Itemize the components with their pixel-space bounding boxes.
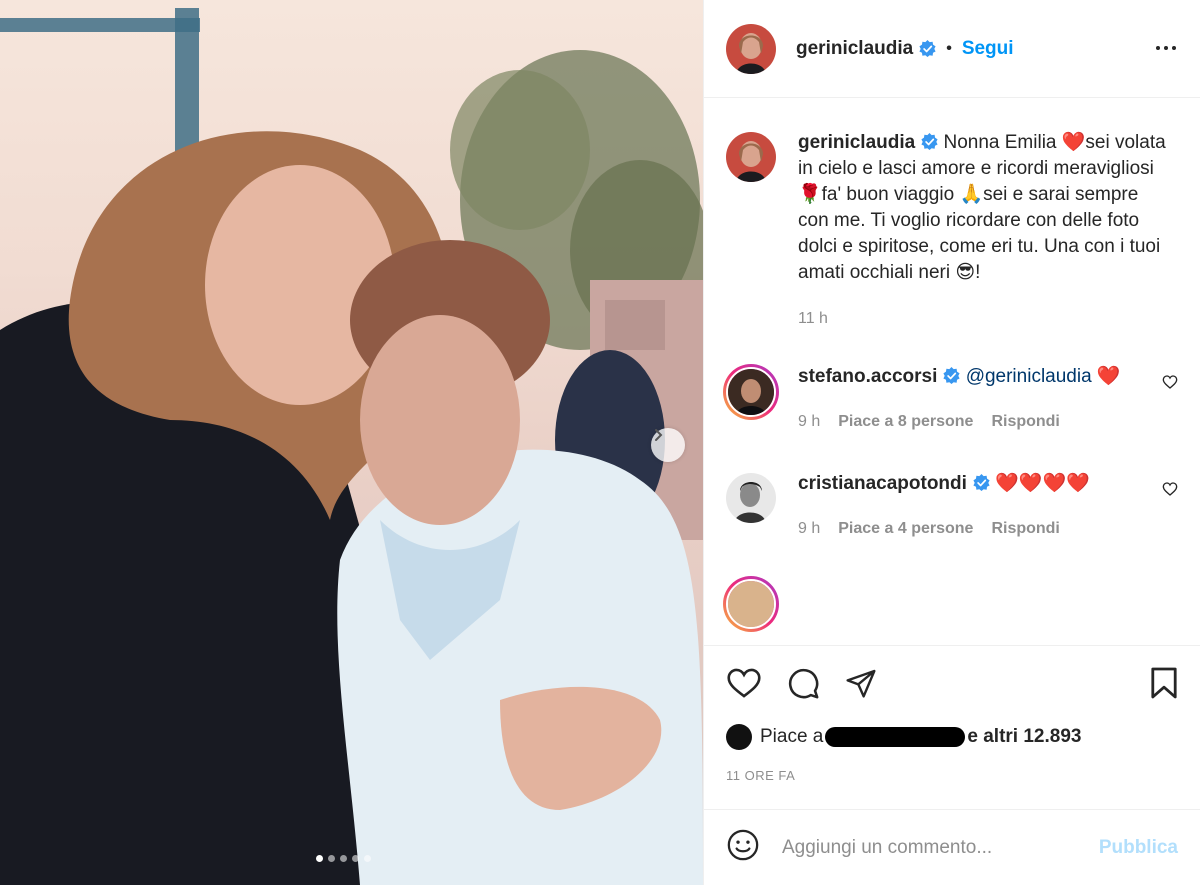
caption-time[interactable]: 11 h — [798, 306, 1178, 332]
like-button[interactable] — [726, 667, 762, 699]
save-button[interactable] — [1150, 666, 1178, 700]
comment-text: ❤️ — [1091, 366, 1121, 387]
comment-username[interactable]: stefano.accorsi — [798, 366, 937, 387]
comment-text: ❤️❤️❤️❤️ — [995, 473, 1090, 494]
comment-item-partial — [723, 576, 1178, 632]
emoji-icon — [727, 829, 759, 861]
post-sidebar: geriniclaudia • Segui geriniclaudia Nonn… — [703, 0, 1200, 885]
carousel-dot — [316, 855, 323, 862]
author-avatar[interactable] — [726, 132, 776, 182]
comment-like-button[interactable] — [1162, 481, 1178, 502]
caption-username[interactable]: geriniclaudia — [798, 132, 915, 153]
author-avatar[interactable] — [726, 23, 776, 74]
share-button[interactable] — [844, 667, 878, 699]
chevron-right-icon — [655, 429, 663, 441]
action-bar — [726, 666, 1178, 700]
carousel-dot — [352, 855, 359, 862]
bookmark-icon — [1151, 667, 1177, 699]
author-username[interactable]: geriniclaudia — [796, 38, 913, 60]
redacted-username — [825, 727, 966, 747]
comment-icon — [788, 668, 819, 699]
more-options-button[interactable] — [1154, 36, 1178, 65]
heart-icon — [1162, 375, 1178, 389]
carousel-dot — [340, 855, 347, 862]
carousel-indicator — [316, 855, 371, 862]
post-caption: geriniclaudia Nonna Emilia ❤️sei volata … — [726, 130, 1178, 332]
comment-username[interactable]: cristianacapotondi — [798, 473, 967, 494]
publish-button[interactable]: Pubblica — [1099, 837, 1178, 859]
comments-area[interactable]: geriniclaudia Nonna Emilia ❤️sei volata … — [704, 98, 1200, 638]
liker-avatar[interactable] — [726, 724, 752, 750]
verified-badge-icon — [919, 40, 936, 57]
photo-illustration — [0, 8, 703, 885]
carousel-dot — [328, 855, 335, 862]
reply-button[interactable]: Rispondi — [991, 409, 1059, 435]
comment-time[interactable]: 9 h — [798, 409, 820, 435]
add-comment-bar: Pubblica — [704, 809, 1200, 885]
comment-meta: 9 h Piace a 4 persone Rispondi — [798, 516, 1178, 542]
commenter-avatar[interactable] — [726, 473, 776, 523]
comment-button[interactable] — [786, 666, 820, 700]
commenter-avatar — [726, 367, 776, 417]
comment-item: cristianacapotondi ❤️❤️❤️❤️ 9 h Piace a … — [726, 471, 1178, 542]
likes-prefix: Piace a — [760, 726, 824, 747]
verified-badge-icon — [921, 133, 938, 150]
header-separator: • — [946, 39, 952, 57]
follow-button[interactable]: Segui — [962, 38, 1014, 60]
carousel-next-button[interactable] — [651, 428, 685, 462]
likes-count[interactable]: e altri 12.893 — [967, 726, 1081, 748]
heart-icon — [727, 668, 761, 698]
comment-item: stefano.accorsi @geriniclaudia ❤️ 9 h Pi… — [723, 364, 1178, 435]
comment-time[interactable]: 9 h — [798, 516, 820, 542]
likes-summary: Piace a e altri 12.893 — [726, 724, 1178, 750]
commenter-avatar — [726, 579, 776, 629]
verified-badge-icon — [943, 367, 960, 384]
verified-badge-icon — [973, 474, 990, 491]
heart-icon — [1162, 482, 1178, 496]
comment-like-button[interactable] — [1162, 374, 1178, 395]
emoji-button[interactable] — [726, 828, 760, 867]
comment-likes[interactable]: Piace a 8 persone — [838, 409, 973, 435]
post-timestamp[interactable]: 11 ORE FA — [726, 768, 1178, 783]
comment-likes[interactable]: Piace a 4 persone — [838, 516, 973, 542]
comment-meta: 9 h Piace a 8 persone Rispondi — [798, 409, 1178, 435]
story-ring[interactable] — [723, 364, 779, 420]
comment-mention[interactable]: @geriniclaudia — [966, 366, 1092, 387]
caption-text: Nonna Emilia ❤️sei volata in cielo e las… — [798, 132, 1166, 283]
carousel-dot — [364, 855, 371, 862]
paper-plane-icon — [846, 669, 876, 698]
post-photo — [0, 0, 703, 885]
comment-input[interactable] — [782, 836, 1099, 859]
post-actions: Piace a e altri 12.893 11 ORE FA — [704, 645, 1200, 810]
post-header: geriniclaudia • Segui — [704, 0, 1200, 98]
more-horizontal-icon — [1156, 46, 1176, 50]
reply-button[interactable]: Rispondi — [991, 516, 1059, 542]
story-ring[interactable] — [723, 576, 779, 632]
